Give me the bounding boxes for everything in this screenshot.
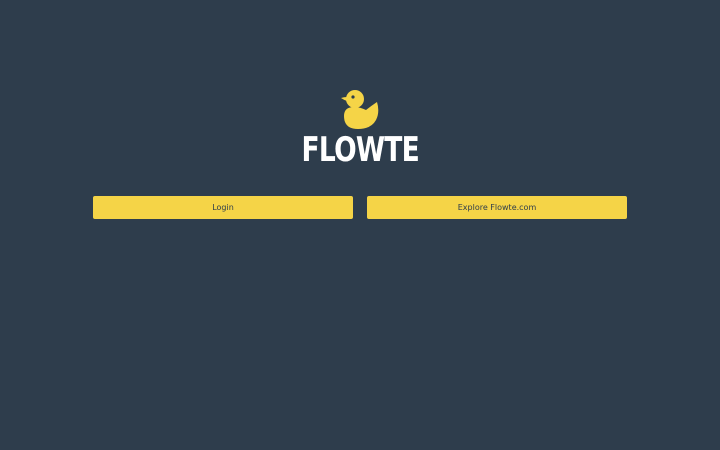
duck-icon bbox=[341, 90, 379, 129]
action-buttons: Login Explore Flowte.com bbox=[93, 196, 627, 219]
landing-page: FLOWTE Login Explore Flowte.com bbox=[0, 0, 720, 450]
login-button[interactable]: Login bbox=[93, 196, 353, 219]
brand-name: FLOWTE bbox=[301, 130, 419, 170]
explore-flowte-button[interactable]: Explore Flowte.com bbox=[367, 196, 627, 219]
brand-logo: FLOWTE bbox=[0, 88, 720, 168]
